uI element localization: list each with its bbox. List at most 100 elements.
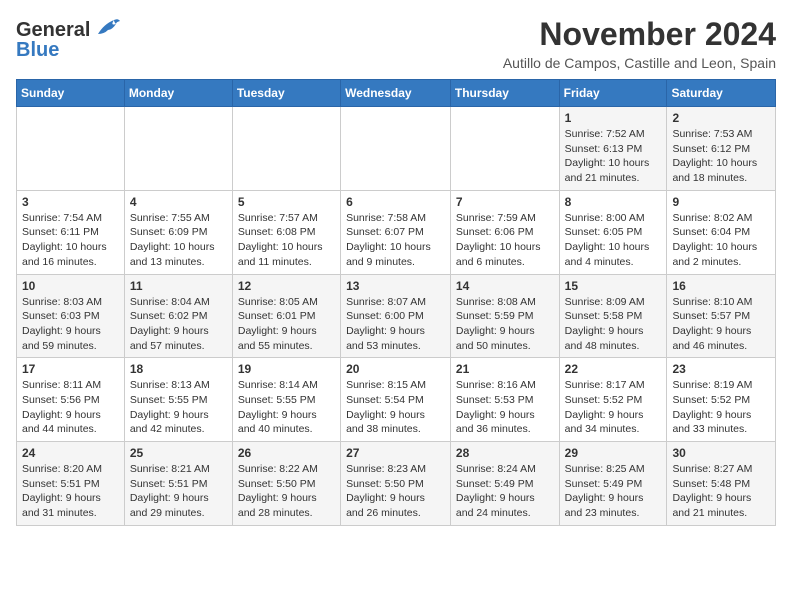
day-info: Sunrise: 7:54 AM Sunset: 6:11 PM Dayligh… <box>22 211 119 270</box>
calendar-cell: 6 Sunrise: 7:58 AM Sunset: 6:07 PM Daylig… <box>341 190 451 274</box>
day-info: Sunrise: 8:23 AM Sunset: 5:50 PM Dayligh… <box>346 462 445 521</box>
calendar-week-row: 3 Sunrise: 7:54 AM Sunset: 6:11 PM Daylig… <box>17 190 776 274</box>
day-number: 13 <box>346 279 445 293</box>
day-number: 10 <box>22 279 119 293</box>
day-number: 28 <box>456 446 554 460</box>
day-number: 15 <box>565 279 662 293</box>
day-info: Sunrise: 7:52 AM Sunset: 6:13 PM Dayligh… <box>565 127 662 186</box>
calendar-cell: 11 Sunrise: 8:04 AM Sunset: 6:02 PM Dayli… <box>124 274 232 358</box>
day-number: 11 <box>130 279 227 293</box>
weekday-header-wednesday: Wednesday <box>341 80 451 107</box>
calendar-cell <box>232 107 340 191</box>
calendar-cell: 26 Sunrise: 8:22 AM Sunset: 5:50 PM Dayli… <box>232 442 340 526</box>
month-title: November 2024 <box>503 16 776 53</box>
calendar-cell: 14 Sunrise: 8:08 AM Sunset: 5:59 PM Dayli… <box>450 274 559 358</box>
calendar-cell <box>124 107 232 191</box>
calendar-cell: 3 Sunrise: 7:54 AM Sunset: 6:11 PM Daylig… <box>17 190 125 274</box>
day-info: Sunrise: 8:10 AM Sunset: 5:57 PM Dayligh… <box>672 295 770 354</box>
calendar-cell: 13 Sunrise: 8:07 AM Sunset: 6:00 PM Dayli… <box>341 274 451 358</box>
day-number: 25 <box>130 446 227 460</box>
calendar-cell: 30 Sunrise: 8:27 AM Sunset: 5:48 PM Dayli… <box>667 442 776 526</box>
day-number: 16 <box>672 279 770 293</box>
day-info: Sunrise: 8:25 AM Sunset: 5:49 PM Dayligh… <box>565 462 662 521</box>
weekday-header-monday: Monday <box>124 80 232 107</box>
day-number: 24 <box>22 446 119 460</box>
day-number: 2 <box>672 111 770 125</box>
day-number: 21 <box>456 362 554 376</box>
calendar-cell: 25Sunrise: 8:21 AM Sunset: 5:51 PM Dayli… <box>124 442 232 526</box>
calendar-cell <box>341 107 451 191</box>
calendar-cell <box>450 107 559 191</box>
calendar-cell: 10Sunrise: 8:03 AM Sunset: 6:03 PM Dayli… <box>17 274 125 358</box>
header: General Blue November 2024 Autillo de Ca… <box>16 16 776 71</box>
day-info: Sunrise: 8:02 AM Sunset: 6:04 PM Dayligh… <box>672 211 770 270</box>
calendar-cell: 16 Sunrise: 8:10 AM Sunset: 5:57 PM Dayli… <box>667 274 776 358</box>
calendar-cell: 8 Sunrise: 8:00 AM Sunset: 6:05 PM Daylig… <box>559 190 667 274</box>
day-number: 30 <box>672 446 770 460</box>
day-info: Sunrise: 8:11 AM Sunset: 5:56 PM Dayligh… <box>22 378 119 437</box>
calendar-week-row: 24 Sunrise: 8:20 AM Sunset: 5:51 PM Dayli… <box>17 442 776 526</box>
calendar-cell: 5Sunrise: 7:57 AM Sunset: 6:08 PM Daylig… <box>232 190 340 274</box>
calendar-cell: 29 Sunrise: 8:25 AM Sunset: 5:49 PM Dayli… <box>559 442 667 526</box>
title-section: November 2024 Autillo de Campos, Castill… <box>503 16 776 71</box>
day-number: 29 <box>565 446 662 460</box>
day-number: 8 <box>565 195 662 209</box>
day-info: Sunrise: 8:19 AM Sunset: 5:52 PM Dayligh… <box>672 378 770 437</box>
logo-blue: Blue <box>16 39 59 62</box>
day-info: Sunrise: 8:22 AM Sunset: 5:50 PM Dayligh… <box>238 462 335 521</box>
day-number: 22 <box>565 362 662 376</box>
day-info: Sunrise: 7:57 AM Sunset: 6:08 PM Dayligh… <box>238 211 335 270</box>
day-info: Sunrise: 7:59 AM Sunset: 6:06 PM Dayligh… <box>456 211 554 270</box>
day-info: Sunrise: 7:53 AM Sunset: 6:12 PM Dayligh… <box>672 127 770 186</box>
calendar-body: 1 Sunrise: 7:52 AM Sunset: 6:13 PM Daylig… <box>17 107 776 526</box>
day-number: 20 <box>346 362 445 376</box>
day-info: Sunrise: 8:13 AM Sunset: 5:55 PM Dayligh… <box>130 378 227 437</box>
location-subtitle: Autillo de Campos, Castille and Leon, Sp… <box>503 55 776 71</box>
weekday-header-friday: Friday <box>559 80 667 107</box>
day-number: 17 <box>22 362 119 376</box>
day-number: 14 <box>456 279 554 293</box>
logo-bird-icon <box>94 16 122 38</box>
calendar-cell: 23 Sunrise: 8:19 AM Sunset: 5:52 PM Dayli… <box>667 358 776 442</box>
calendar-table: SundayMondayTuesdayWednesdayThursdayFrid… <box>16 79 776 526</box>
calendar-cell <box>17 107 125 191</box>
calendar-cell: 19Sunrise: 8:14 AM Sunset: 5:55 PM Dayli… <box>232 358 340 442</box>
day-info: Sunrise: 8:16 AM Sunset: 5:53 PM Dayligh… <box>456 378 554 437</box>
day-number: 6 <box>346 195 445 209</box>
day-number: 27 <box>346 446 445 460</box>
day-number: 4 <box>130 195 227 209</box>
day-number: 9 <box>672 195 770 209</box>
day-info: Sunrise: 8:08 AM Sunset: 5:59 PM Dayligh… <box>456 295 554 354</box>
weekday-header-tuesday: Tuesday <box>232 80 340 107</box>
day-info: Sunrise: 8:20 AM Sunset: 5:51 PM Dayligh… <box>22 462 119 521</box>
calendar-cell: 1 Sunrise: 7:52 AM Sunset: 6:13 PM Daylig… <box>559 107 667 191</box>
calendar-cell: 4 Sunrise: 7:55 AM Sunset: 6:09 PM Daylig… <box>124 190 232 274</box>
calendar-cell: 28Sunrise: 8:24 AM Sunset: 5:49 PM Dayli… <box>450 442 559 526</box>
calendar-cell: 20 Sunrise: 8:15 AM Sunset: 5:54 PM Dayli… <box>341 358 451 442</box>
calendar-cell: 2 Sunrise: 7:53 AM Sunset: 6:12 PM Daylig… <box>667 107 776 191</box>
day-info: Sunrise: 7:58 AM Sunset: 6:07 PM Dayligh… <box>346 211 445 270</box>
weekday-header-thursday: Thursday <box>450 80 559 107</box>
calendar-cell: 18 Sunrise: 8:13 AM Sunset: 5:55 PM Dayli… <box>124 358 232 442</box>
day-number: 12 <box>238 279 335 293</box>
day-info: Sunrise: 7:55 AM Sunset: 6:09 PM Dayligh… <box>130 211 227 270</box>
calendar-week-row: 1 Sunrise: 7:52 AM Sunset: 6:13 PM Daylig… <box>17 107 776 191</box>
calendar-week-row: 10Sunrise: 8:03 AM Sunset: 6:03 PM Dayli… <box>17 274 776 358</box>
day-info: Sunrise: 8:15 AM Sunset: 5:54 PM Dayligh… <box>346 378 445 437</box>
day-number: 19 <box>238 362 335 376</box>
weekday-header-row: SundayMondayTuesdayWednesdayThursdayFrid… <box>17 80 776 107</box>
logo: General Blue <box>16 16 122 62</box>
day-number: 26 <box>238 446 335 460</box>
day-info: Sunrise: 8:07 AM Sunset: 6:00 PM Dayligh… <box>346 295 445 354</box>
weekday-header-sunday: Sunday <box>17 80 125 107</box>
calendar-cell: 7 Sunrise: 7:59 AM Sunset: 6:06 PM Daylig… <box>450 190 559 274</box>
day-number: 1 <box>565 111 662 125</box>
day-number: 7 <box>456 195 554 209</box>
day-number: 18 <box>130 362 227 376</box>
day-info: Sunrise: 8:04 AM Sunset: 6:02 PM Dayligh… <box>130 295 227 354</box>
day-info: Sunrise: 8:00 AM Sunset: 6:05 PM Dayligh… <box>565 211 662 270</box>
day-info: Sunrise: 8:27 AM Sunset: 5:48 PM Dayligh… <box>672 462 770 521</box>
day-number: 23 <box>672 362 770 376</box>
day-number: 3 <box>22 195 119 209</box>
calendar-week-row: 17 Sunrise: 8:11 AM Sunset: 5:56 PM Dayli… <box>17 358 776 442</box>
